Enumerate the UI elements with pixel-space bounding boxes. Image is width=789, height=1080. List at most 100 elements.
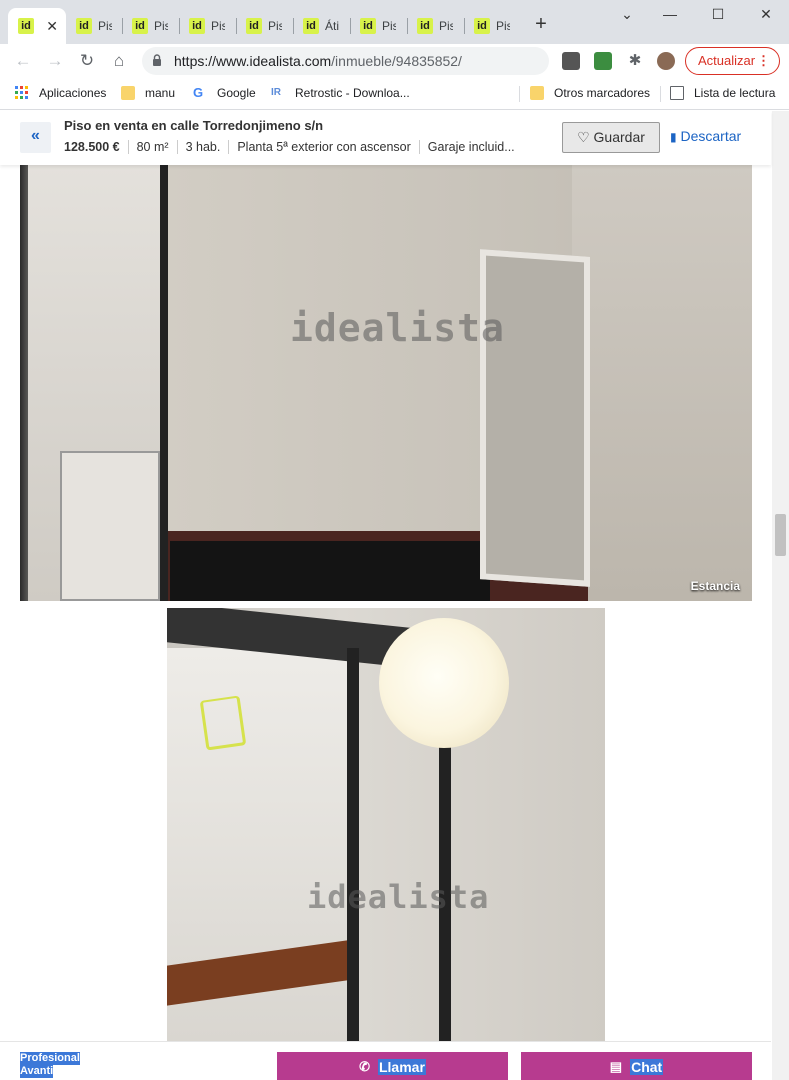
extension-icon[interactable] — [562, 52, 580, 70]
chat-bubble-icon: ▤ — [609, 1058, 623, 1074]
bookmark-label: Otros marcadores — [554, 86, 651, 100]
agency-line2: Avanti — [20, 1065, 54, 1078]
tab-title: Pis — [154, 19, 168, 33]
photo-content — [60, 451, 160, 601]
update-button[interactable]: Actualizar ⋮ — [685, 47, 780, 75]
tab-search-chevron-icon[interactable]: ⌄ — [615, 6, 639, 23]
trash-icon: ▮ — [670, 130, 677, 144]
puzzle-extensions-icon[interactable]: ✱ — [624, 51, 646, 73]
back-arrow-icon[interactable]: ← — [12, 51, 34, 73]
call-label: Llamar — [377, 1058, 426, 1075]
tab-strip: id ✕ id Pis id Pis id Pis id Pis id Áti … — [0, 0, 789, 44]
tab[interactable]: id Pis — [179, 8, 236, 44]
new-tab-button[interactable]: + — [530, 14, 552, 34]
minimize-icon[interactable]: — — [658, 6, 682, 22]
idealista-favicon-icon: id — [189, 18, 205, 34]
folder-icon — [530, 86, 544, 100]
google-g-icon: G — [193, 85, 204, 100]
photo-content — [347, 648, 359, 1080]
discard-button[interactable]: ▮ Descartar — [670, 128, 741, 144]
reload-icon[interactable]: ↻ — [76, 51, 98, 73]
chat-button[interactable]: ▤ Chat — [521, 1052, 752, 1080]
back-double-chevron-icon[interactable]: « — [20, 122, 51, 153]
listing-title: Piso en venta en calle Torredonjimeno s/… — [64, 118, 324, 133]
scrollbar-thumb[interactable] — [775, 514, 786, 556]
retrostic-icon: IR — [271, 87, 281, 98]
tab-active[interactable]: id ✕ — [8, 8, 66, 44]
bookmarks-divider — [660, 86, 661, 102]
listing-size: 80 m² — [127, 140, 177, 154]
heart-icon: ♡ — [577, 129, 590, 145]
photo-content — [199, 695, 247, 751]
listing-rooms: 3 hab. — [176, 140, 229, 154]
bookmark-label: Google — [217, 86, 256, 100]
contact-bar: Profesional Avanti ✆ Llamar ▤ Chat — [0, 1041, 771, 1080]
tab-title: Pis — [268, 19, 282, 33]
idealista-favicon-icon: id — [360, 18, 376, 34]
page-scrollbar[interactable] — [772, 111, 789, 1080]
lock-icon — [153, 54, 161, 66]
tab-title: Pis — [496, 19, 510, 33]
tab-title: Pis — [439, 19, 453, 33]
extension-icon[interactable] — [594, 52, 612, 70]
home-icon[interactable]: ⌂ — [108, 51, 130, 73]
tab-title: Pis — [382, 19, 396, 33]
idealista-favicon-icon: id — [417, 18, 433, 34]
tab[interactable]: id Pis — [236, 8, 293, 44]
save-label: Guardar — [593, 129, 645, 145]
bookmark-label: Lista de lectura — [694, 86, 776, 100]
listing-floor: Planta 5ª exterior con ascensor — [228, 140, 418, 154]
tab[interactable]: id Pis — [66, 8, 122, 44]
update-label: Actualizar — [698, 53, 756, 68]
listing-photo[interactable]: idealista — [167, 608, 605, 1080]
photo-content — [170, 541, 490, 601]
profile-avatar[interactable] — [657, 52, 675, 70]
listing-features: 128.500 € 80 m² 3 hab. Planta 5ª exterio… — [64, 140, 523, 154]
url-text: https://www.idealista.com/inmueble/94835… — [174, 53, 462, 69]
maximize-icon[interactable]: ☐ — [706, 6, 730, 23]
browser-toolbar: ← → ↻ ⌂ https://www.idealista.com/inmueb… — [0, 44, 789, 78]
bookmark-manu[interactable]: manu — [121, 86, 175, 100]
idealista-favicon-icon: id — [246, 18, 262, 34]
forward-arrow-icon[interactable]: → — [44, 51, 66, 73]
bookmark-apps[interactable]: Aplicaciones — [15, 86, 106, 100]
tab[interactable]: id Pis — [464, 8, 521, 44]
idealista-favicon-icon: id — [132, 18, 148, 34]
idealista-favicon-icon: id — [303, 18, 319, 34]
phone-icon: ✆ — [359, 1058, 370, 1074]
tab[interactable]: id Pis — [122, 8, 179, 44]
tab-title: Pis — [98, 19, 112, 33]
bookmarks-divider — [519, 86, 520, 102]
photo-content — [379, 618, 509, 748]
idealista-favicon-icon: id — [76, 18, 92, 34]
call-button[interactable]: ✆ Llamar — [277, 1052, 508, 1080]
listing-photo[interactable]: idealista Estancia — [20, 161, 752, 601]
tab-close-icon[interactable]: ✕ — [46, 18, 58, 35]
photo-content — [167, 648, 347, 1078]
tab-title: Pis — [211, 19, 225, 33]
photo-content — [572, 161, 752, 601]
close-window-icon[interactable]: ✕ — [754, 6, 778, 23]
folder-icon — [121, 86, 135, 100]
save-button[interactable]: ♡ Guardar — [562, 122, 660, 153]
tab[interactable]: id Pis — [350, 8, 407, 44]
bookmark-google[interactable]: G Google — [193, 85, 256, 101]
bookmark-label: Aplicaciones — [39, 86, 107, 100]
tab[interactable]: id Áti — [293, 8, 350, 44]
bookmark-reading-list[interactable]: Lista de lectura — [670, 86, 775, 100]
idealista-favicon-icon: id — [474, 18, 490, 34]
watermark: idealista — [307, 878, 490, 916]
discard-label: Descartar — [680, 128, 742, 144]
tab[interactable]: id Pis — [407, 8, 464, 44]
bookmark-other[interactable]: Otros marcadores — [530, 86, 650, 100]
listing-photo-container: idealista — [20, 608, 752, 1080]
bookmark-retrostic[interactable]: IR Retrostic - Downloa... — [271, 86, 410, 100]
address-bar[interactable]: https://www.idealista.com/inmueble/94835… — [142, 47, 549, 75]
apps-grid-icon — [15, 86, 28, 99]
agency-line1: Profesional — [20, 1052, 80, 1065]
menu-dots-icon: ⋮ — [757, 53, 770, 68]
page-content: idealista Estancia idealista « Piso en v… — [0, 111, 789, 1080]
bookmarks-bar: Aplicaciones manu G Google IR Retrostic … — [0, 78, 789, 110]
bookmark-label: manu — [145, 86, 176, 100]
agency-name[interactable]: Profesional Avanti — [20, 1052, 80, 1078]
